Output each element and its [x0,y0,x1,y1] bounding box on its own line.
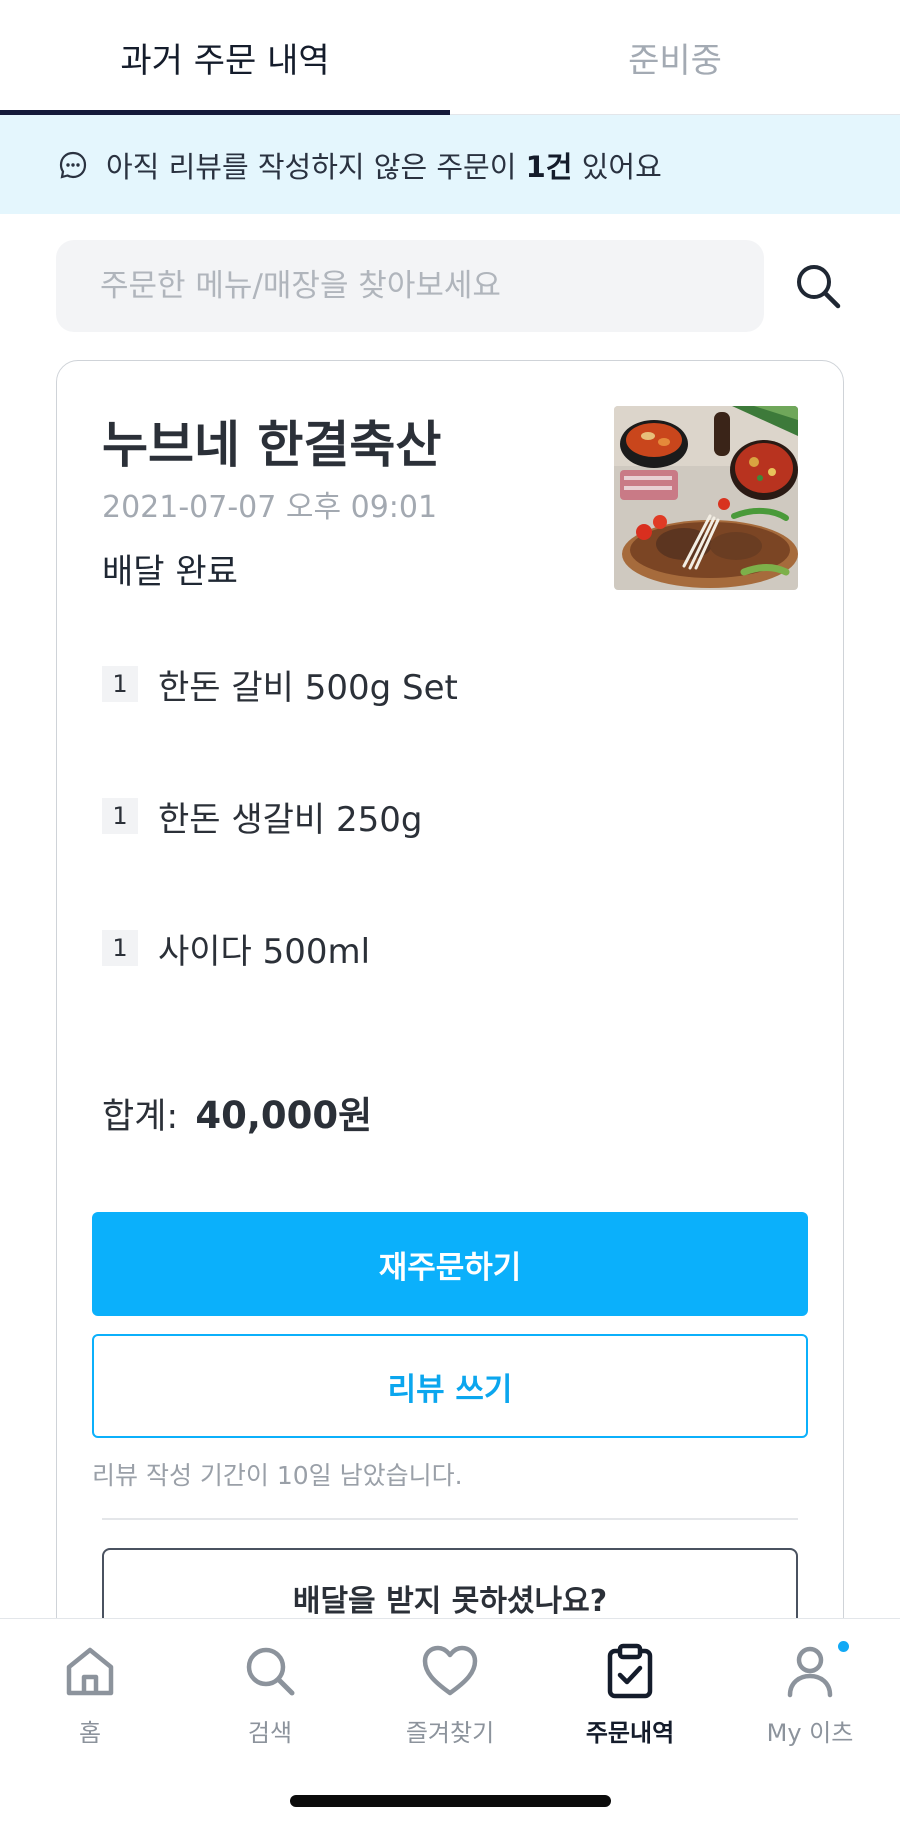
write-review-button[interactable]: 리뷰 쓰기 [92,1334,808,1438]
notice-text: 아직 리뷰를 작성하지 않은 주문이 1건 있어요 [106,144,662,186]
chat-bubble-icon [58,150,88,180]
nav-search[interactable]: 검색 [180,1633,360,1763]
order-tabs: 과거 주문 내역 준비중 [0,0,900,115]
nav-my-eats[interactable]: My 이츠 [720,1633,900,1763]
search-button[interactable] [790,258,846,314]
card-divider [102,1518,798,1520]
nav-label: 검색 [247,1719,293,1747]
search-input[interactable] [100,268,740,304]
order-total: 합계: 40,000원 [102,1085,372,1139]
store-thumbnail[interactable] [614,406,798,590]
order-date: 2021-07-07 오후 09:01 [102,490,438,525]
item-name: 한돈 생갈비 250g [158,799,423,840]
item-quantity: 1 [102,930,138,966]
notification-dot [838,1641,849,1652]
nav-label: My 이츠 [766,1719,854,1747]
home-indicator [290,1795,611,1807]
tab-preparing[interactable]: 준비중 [450,0,900,115]
unreviewed-count: 1건 [525,149,573,184]
user-icon [780,1641,840,1701]
nav-order-history[interactable]: 주문내역 [540,1633,720,1763]
item-name: 사이다 500ml [158,931,371,972]
tab-past-orders[interactable]: 과거 주문 내역 [0,0,450,115]
search-icon [240,1641,300,1701]
order-status: 배달 완료 [102,552,238,592]
review-notice-banner[interactable]: 아직 리뷰를 작성하지 않은 주문이 1건 있어요 [0,115,900,214]
item-quantity: 1 [102,798,138,834]
notice-text-before: 아직 리뷰를 작성하지 않은 주문이 [106,149,526,184]
nav-label: 홈 [78,1719,102,1747]
nav-favorites[interactable]: 즐겨찾기 [360,1633,540,1763]
nav-home[interactable]: 홈 [0,1633,180,1763]
search-field-container [56,240,764,332]
item-name: 한돈 갈비 500g Set [158,667,458,708]
order-item: 1 한돈 생갈비 250g [102,796,423,840]
heart-icon [420,1641,480,1701]
home-icon [60,1641,120,1701]
app-root: 과거 주문 내역 준비중 아직 리뷰를 작성하지 않은 주문이 1건 있어요 누… [0,0,900,1826]
total-amount: 40,000원 [195,1094,373,1137]
nav-label: 주문내역 [585,1719,675,1747]
review-deadline-text: 리뷰 작성 기간이 10일 남았습니다. [92,1461,463,1490]
search-icon [797,265,841,309]
notice-text-after: 있어요 [572,149,662,184]
nav-label: 즐겨찾기 [405,1719,495,1747]
order-item: 1 한돈 갈비 500g Set [102,664,458,708]
order-item: 1 사이다 500ml [102,928,370,972]
total-label: 합계: [102,1097,179,1137]
store-name[interactable]: 누브네 한결축산 [102,405,441,477]
item-quantity: 1 [102,666,138,702]
reorder-button[interactable]: 재주문하기 [92,1212,808,1316]
clipboard-check-icon [600,1641,660,1701]
